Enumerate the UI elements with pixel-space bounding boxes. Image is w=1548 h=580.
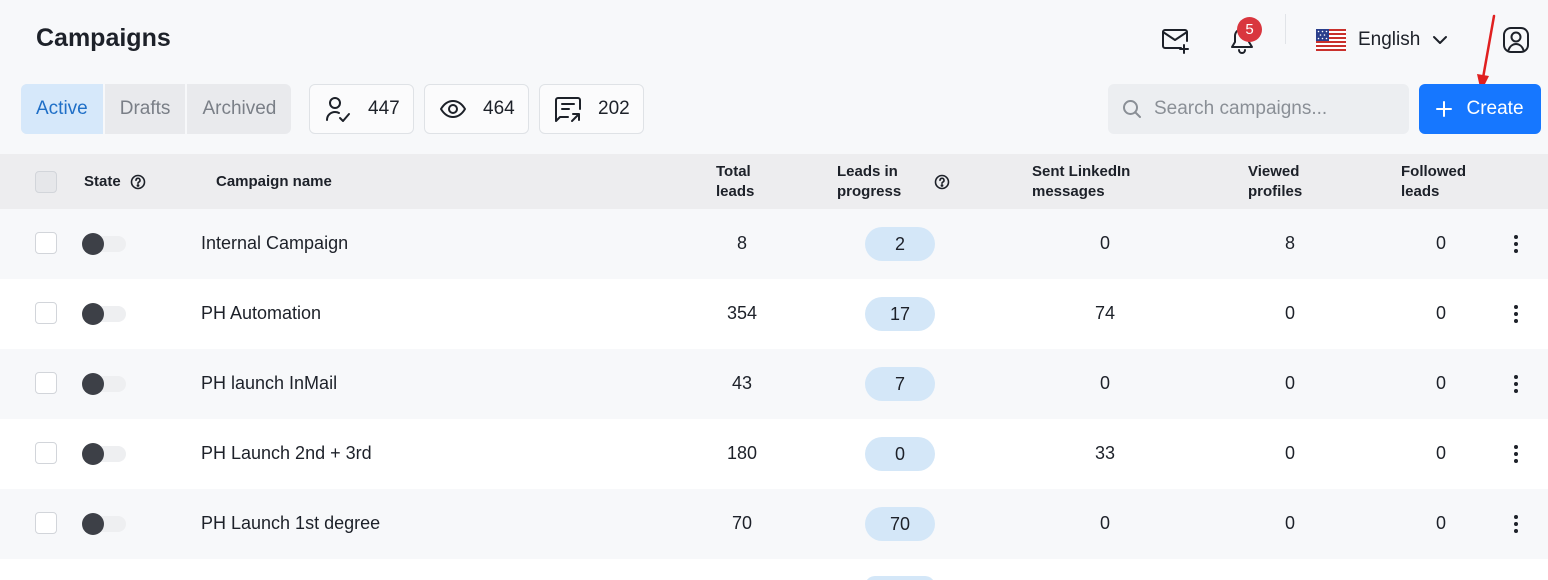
help-icon[interactable] — [934, 174, 950, 190]
state-toggle[interactable] — [82, 443, 126, 465]
column-total-leads[interactable]: Total leads — [716, 162, 776, 202]
messages-stat-value: 202 — [598, 98, 630, 119]
user-profile-icon — [1503, 27, 1529, 53]
followed-leads-value: 0 — [1435, 373, 1446, 393]
table-row[interactable]: PH launch InMail 43 7 0 0 0 — [0, 349, 1548, 419]
leads-in-progress-pill: 70 — [865, 507, 935, 541]
us-flag-icon — [1316, 29, 1346, 51]
viewed-profiles-value: 0 — [1284, 513, 1295, 533]
profile-button[interactable] — [1500, 24, 1532, 56]
row-checkbox[interactable] — [35, 302, 57, 324]
header-divider — [1285, 14, 1286, 44]
views-stat-value: 464 — [483, 98, 515, 119]
sent-messages-value: 0 — [1099, 233, 1110, 253]
help-icon[interactable] — [130, 174, 146, 190]
total-leads-value: 70 — [731, 513, 753, 533]
total-leads-value: 354 — [726, 303, 758, 323]
leads-stat-chip[interactable]: 447 — [309, 84, 414, 134]
table-row[interactable]: PH Automation 354 17 74 0 0 — [0, 279, 1548, 349]
eye-icon — [440, 100, 466, 118]
table-row-partial — [0, 559, 1548, 580]
search-box — [1108, 84, 1409, 134]
chevron-down-icon — [1433, 36, 1448, 44]
compose-mail-button[interactable] — [1158, 24, 1194, 58]
page-title: Campaigns — [36, 24, 171, 52]
leads-in-progress-pill: 2 — [865, 227, 935, 261]
select-all-checkbox[interactable] — [35, 171, 57, 193]
campaign-name[interactable]: Internal Campaign — [201, 233, 348, 254]
column-viewed-profiles[interactable]: Viewed profiles — [1248, 162, 1318, 202]
followed-leads-value: 0 — [1435, 513, 1446, 533]
column-leads-in-progress[interactable]: Leads in progress — [837, 162, 917, 202]
tab-active[interactable]: Active — [21, 84, 105, 134]
user-check-icon — [326, 97, 350, 122]
table-row[interactable]: PH Launch 2nd + 3rd 180 0 33 0 0 — [0, 419, 1548, 489]
create-button-label: Create — [1466, 98, 1524, 119]
more-options-icon[interactable] — [1506, 443, 1526, 465]
row-checkbox[interactable] — [35, 372, 57, 394]
viewed-profiles-value: 8 — [1284, 233, 1295, 253]
total-leads-value: 8 — [736, 233, 747, 253]
more-options-icon[interactable] — [1506, 513, 1526, 535]
leads-in-progress-pill-partial — [865, 576, 935, 580]
campaigns-page: Campaigns 5 English Active Drafts Archiv… — [0, 0, 1548, 580]
top-bar: Campaigns 5 English — [0, 0, 1548, 80]
state-toggle[interactable] — [82, 373, 126, 395]
red-arrow-annotation — [1477, 14, 1496, 92]
column-state[interactable]: State — [84, 172, 121, 192]
messages-stat-chip[interactable]: 202 — [539, 84, 644, 134]
campaign-name[interactable]: PH launch InMail — [201, 373, 337, 394]
campaign-status-tabs: Active Drafts Archived — [21, 84, 292, 134]
notification-count-badge: 5 — [1237, 17, 1262, 42]
table-row[interactable]: PH Launch 1st degree 70 70 0 0 0 — [0, 489, 1548, 559]
tab-drafts[interactable]: Drafts — [105, 84, 188, 134]
language-label: English — [1358, 29, 1421, 50]
more-options-icon[interactable] — [1506, 233, 1526, 255]
table-header: State Campaign name Total leads Leads in… — [0, 154, 1548, 209]
sent-messages-value: 0 — [1099, 513, 1110, 533]
campaign-name[interactable]: PH Launch 1st degree — [201, 513, 380, 534]
viewed-profiles-value: 0 — [1284, 443, 1295, 463]
column-campaign-name[interactable]: Campaign name — [216, 172, 332, 192]
row-checkbox[interactable] — [35, 232, 57, 254]
sent-messages-value: 0 — [1099, 373, 1110, 393]
leads-stat-value: 447 — [368, 98, 400, 119]
more-options-icon[interactable] — [1506, 303, 1526, 325]
leads-in-progress-pill: 7 — [865, 367, 935, 401]
plus-icon — [1436, 101, 1453, 117]
language-selector[interactable]: English — [1316, 24, 1448, 56]
campaign-name[interactable]: PH Launch 2nd + 3rd — [201, 443, 372, 464]
state-toggle[interactable] — [82, 233, 126, 255]
row-checkbox[interactable] — [35, 442, 57, 464]
followed-leads-value: 0 — [1435, 303, 1446, 323]
total-leads-value: 180 — [726, 443, 758, 463]
sent-messages-value: 33 — [1094, 443, 1116, 463]
message-reply-icon — [555, 97, 581, 122]
followed-leads-value: 0 — [1435, 443, 1446, 463]
sent-messages-value: 74 — [1094, 303, 1116, 323]
followed-leads-value: 0 — [1435, 233, 1446, 253]
search-icon — [1123, 100, 1141, 118]
leads-in-progress-pill: 17 — [865, 297, 935, 331]
viewed-profiles-value: 0 — [1284, 373, 1295, 393]
more-options-icon[interactable] — [1506, 373, 1526, 395]
campaign-name[interactable]: PH Automation — [201, 303, 321, 324]
views-stat-chip[interactable]: 464 — [424, 84, 529, 134]
column-sent-linkedin-messages[interactable]: Sent LinkedIn messages — [1032, 162, 1142, 202]
state-toggle[interactable] — [82, 303, 126, 325]
viewed-profiles-value: 0 — [1284, 303, 1295, 323]
state-toggle[interactable] — [82, 513, 126, 535]
total-leads-value: 43 — [731, 373, 753, 393]
table-row[interactable]: Internal Campaign 8 2 0 8 0 — [0, 209, 1548, 279]
search-input[interactable] — [1154, 98, 1394, 120]
create-campaign-button[interactable]: Create — [1419, 84, 1541, 134]
row-checkbox[interactable] — [35, 512, 57, 534]
leads-in-progress-pill: 0 — [865, 437, 935, 471]
tab-archived[interactable]: Archived — [187, 84, 291, 134]
mail-plus-icon — [1162, 29, 1189, 54]
column-followed-leads[interactable]: Followed leads — [1401, 162, 1471, 202]
